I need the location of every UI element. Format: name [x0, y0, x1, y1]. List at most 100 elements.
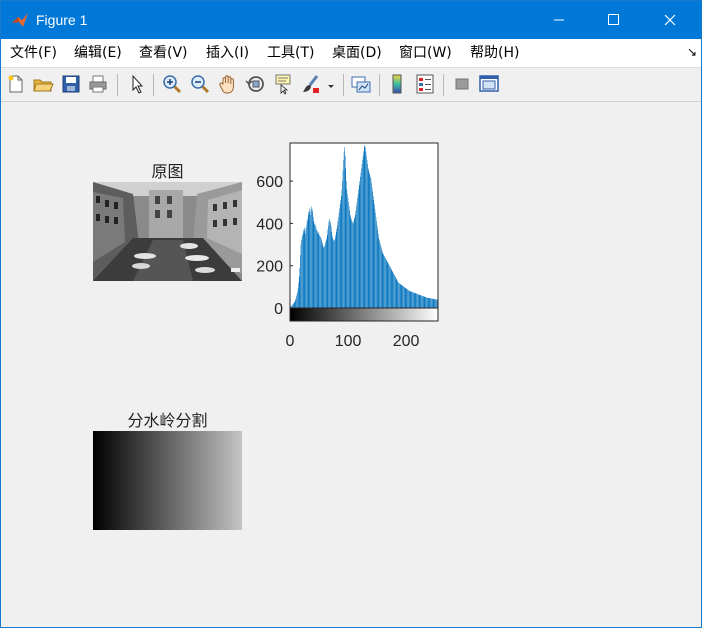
histogram-bar	[406, 288, 408, 308]
histogram-bar	[353, 219, 355, 308]
maximize-button[interactable]	[591, 1, 637, 39]
dock-arrow-icon[interactable]: ↘	[687, 45, 697, 59]
histogram-bar	[368, 170, 369, 308]
menu-help[interactable]: 帮助(H)	[470, 45, 519, 62]
histogram-bar	[372, 191, 373, 308]
histogram-bar	[383, 255, 385, 308]
histogram-bar	[359, 181, 361, 308]
colorbar-icon[interactable]	[386, 73, 408, 95]
histogram-bar	[334, 238, 336, 308]
histogram-bar	[295, 300, 296, 308]
histogram-bar	[308, 211, 310, 308]
histogram-bar	[347, 198, 349, 308]
histogram-bar	[342, 170, 344, 308]
new-figure-icon[interactable]	[5, 73, 27, 95]
toolbar-separator	[153, 74, 154, 96]
histogram-bar	[423, 296, 425, 308]
histogram-bar	[333, 240, 335, 308]
zoom-out-icon[interactable]	[189, 73, 211, 95]
close-button[interactable]	[647, 1, 693, 39]
histogram-bar	[334, 239, 335, 308]
histogram-bar	[433, 298, 435, 308]
histogram-bar	[303, 229, 304, 308]
print-icon[interactable]	[87, 73, 109, 95]
pan-hand-icon[interactable]	[217, 73, 239, 95]
histogram-bar	[385, 258, 386, 308]
menu-tools[interactable]: 工具(T)	[267, 45, 314, 62]
histogram-bar	[421, 295, 423, 308]
histogram-bar	[376, 221, 377, 308]
histogram-bar	[418, 294, 419, 308]
figure-window: Figure 1 文件(F) 编辑(E) 查看(V) 插入(I) 工具(T) 桌…	[0, 0, 702, 628]
histogram-bar	[384, 257, 386, 308]
histogram-bar	[320, 237, 321, 308]
histogram-bar	[431, 298, 433, 308]
histogram-bar	[319, 236, 321, 308]
histogram-bar	[396, 279, 398, 308]
histogram-bar	[381, 250, 383, 308]
histogram-bar	[298, 276, 300, 308]
menu-insert[interactable]: 插入(I)	[206, 45, 249, 62]
histogram-bar	[390, 268, 392, 308]
histogram-bar	[321, 240, 322, 308]
watershed-image	[93, 431, 242, 530]
histogram-bar	[436, 299, 437, 308]
histogram-bar	[304, 230, 306, 308]
histogram-bar	[318, 231, 320, 308]
menu-edit[interactable]: 编辑(E)	[74, 45, 122, 62]
histogram-bar	[305, 228, 307, 308]
histogram-bar	[300, 244, 302, 308]
histogram-bar	[420, 295, 422, 308]
legend-icon[interactable]	[414, 73, 436, 95]
show-plot-tools-icon[interactable]	[478, 73, 500, 95]
y-tick-label: 600	[256, 174, 283, 191]
brush-icon[interactable]	[300, 73, 322, 95]
zoom-in-icon[interactable]	[161, 73, 183, 95]
original-image	[93, 182, 242, 281]
figure-canvas: 原图 0 200 400 600 0 100 200 分水岭分割	[1, 102, 701, 627]
histogram-bar	[418, 294, 420, 308]
x-tick-label: 0	[286, 333, 295, 350]
histogram-bar	[297, 291, 298, 308]
histogram-bar	[324, 244, 326, 308]
menu-file[interactable]: 文件(F)	[10, 45, 57, 62]
window-title: Figure 1	[36, 12, 88, 28]
histogram-bar	[380, 246, 382, 308]
histogram-bar	[397, 280, 398, 308]
menu-desktop[interactable]: 桌面(D)	[332, 45, 382, 62]
menu-window[interactable]: 窗口(W)	[399, 45, 452, 62]
matlab-logo-icon	[12, 13, 28, 27]
histogram-bar	[314, 224, 316, 308]
histogram-bar	[385, 259, 387, 308]
histogram-bar	[357, 193, 359, 308]
histogram-bar	[392, 270, 393, 308]
histogram-bar	[374, 204, 375, 308]
histogram-bar	[346, 189, 348, 308]
histogram-bar	[419, 294, 421, 308]
histogram-bar	[371, 183, 372, 308]
pointer-icon[interactable]	[126, 73, 148, 95]
rotate-3d-icon[interactable]	[245, 73, 267, 95]
menu-view[interactable]: 查看(V)	[139, 45, 188, 62]
histogram-bar	[328, 221, 330, 308]
histogram-bar	[388, 263, 389, 308]
histogram-bar	[397, 281, 399, 308]
histogram-bar	[319, 235, 320, 308]
toolbar-separator	[117, 74, 118, 96]
histogram-plot[interactable]: 0 200 400 600 0 100 200	[253, 138, 453, 358]
open-file-icon[interactable]	[32, 73, 54, 95]
histogram-bar	[296, 296, 297, 308]
histogram-bar	[309, 208, 310, 308]
link-plot-icon[interactable]	[350, 73, 372, 95]
brush-dropdown-icon[interactable]	[325, 73, 337, 95]
histogram-bar	[302, 232, 304, 308]
save-icon[interactable]	[60, 73, 82, 95]
data-cursor-icon[interactable]	[273, 73, 295, 95]
histogram-bar	[292, 304, 294, 308]
histogram-bar	[355, 214, 356, 308]
histogram-bar	[371, 187, 373, 308]
histogram-bar	[301, 240, 302, 308]
hide-plot-tools-icon[interactable]	[451, 73, 473, 95]
histogram-bar	[436, 299, 438, 308]
minimize-button[interactable]	[536, 1, 582, 39]
